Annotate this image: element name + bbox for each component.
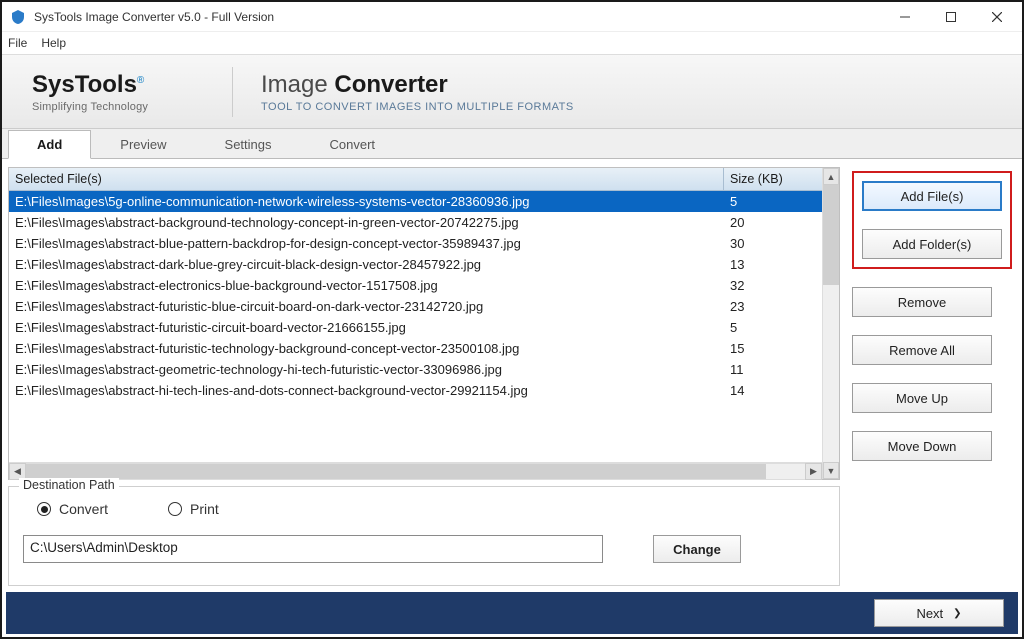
table-header: Selected File(s) Size (KB) (9, 168, 822, 191)
vertical-scrollbar[interactable]: ▲ ▼ (822, 168, 839, 479)
product-name-bold: Converter (334, 71, 447, 98)
scroll-up-icon[interactable]: ▲ (823, 168, 839, 185)
file-size-cell: 5 (724, 194, 816, 209)
table-row[interactable]: E:\Files\Images\abstract-background-tech… (9, 212, 822, 233)
file-size-cell: 15 (724, 341, 816, 356)
destination-group: Destination Path Convert Print C:\Users\… (8, 486, 840, 586)
file-size-cell: 30 (724, 236, 816, 251)
scroll-down-icon[interactable]: ▼ (823, 462, 839, 479)
table-row[interactable]: E:\Files\Images\abstract-dark-blue-grey-… (9, 254, 822, 275)
file-path-cell: E:\Files\Images\abstract-futuristic-blue… (15, 299, 724, 314)
app-icon (10, 9, 26, 25)
right-column: Add File(s) Add Folder(s) Remove Remove … (852, 167, 1012, 586)
col-header-size[interactable]: Size (KB) (724, 168, 822, 190)
table-body[interactable]: E:\Files\Images\5g-online-communication-… (9, 191, 822, 462)
file-path-cell: E:\Files\Images\abstract-background-tech… (15, 215, 724, 230)
add-files-button[interactable]: Add File(s) (862, 181, 1002, 211)
col-header-selected-files[interactable]: Selected File(s) (9, 168, 724, 190)
move-down-button[interactable]: Move Down (852, 431, 992, 461)
app-window: SysTools Image Converter v5.0 - Full Ver… (0, 0, 1024, 639)
brand-header: SysTools® Simplifying Technology Image C… (2, 54, 1022, 129)
brand-reg: ® (137, 75, 144, 86)
remove-button[interactable]: Remove (852, 287, 992, 317)
menu-file[interactable]: File (8, 36, 27, 50)
file-path-cell: E:\Files\Images\abstract-geometric-techn… (15, 362, 724, 377)
radio-convert[interactable]: Convert (37, 501, 108, 517)
table-row[interactable]: E:\Files\Images\abstract-futuristic-circ… (9, 317, 822, 338)
table-row[interactable]: E:\Files\Images\abstract-blue-pattern-ba… (9, 233, 822, 254)
table-row[interactable]: E:\Files\Images\abstract-hi-tech-lines-a… (9, 380, 822, 401)
file-size-cell: 5 (724, 320, 816, 335)
scroll-left-icon[interactable]: ◀ (9, 463, 26, 480)
file-path-cell: E:\Files\Images\abstract-hi-tech-lines-a… (15, 383, 724, 398)
table-row[interactable]: E:\Files\Images\5g-online-communication-… (9, 191, 822, 212)
menubar: File Help (2, 32, 1022, 54)
file-path-cell: E:\Files\Images\abstract-electronics-blu… (15, 278, 724, 293)
tab-bar: Add Preview Settings Convert (2, 129, 1022, 159)
brand-company: SysTools (32, 71, 137, 98)
tab-convert[interactable]: Convert (301, 130, 405, 158)
tab-preview[interactable]: Preview (91, 130, 195, 158)
brand-logo: SysTools® Simplifying Technology (14, 71, 224, 113)
window-title: SysTools Image Converter v5.0 - Full Ver… (34, 10, 274, 24)
move-up-button[interactable]: Move Up (852, 383, 992, 413)
next-button[interactable]: Next ❯ (874, 599, 1004, 627)
file-size-cell: 23 (724, 299, 816, 314)
file-size-cell: 32 (724, 278, 816, 293)
file-size-cell: 13 (724, 257, 816, 272)
file-size-cell: 11 (724, 362, 816, 377)
file-path-cell: E:\Files\Images\abstract-blue-pattern-ba… (15, 236, 724, 251)
tab-settings[interactable]: Settings (196, 130, 301, 158)
change-button[interactable]: Change (653, 535, 741, 563)
left-column: Selected File(s) Size (KB) E:\Files\Imag… (8, 167, 840, 586)
next-label: Next (916, 606, 943, 621)
product-name-thin: Image (261, 71, 328, 98)
table-row[interactable]: E:\Files\Images\abstract-futuristic-blue… (9, 296, 822, 317)
file-path-cell: E:\Files\Images\abstract-futuristic-tech… (15, 341, 724, 356)
tab-add[interactable]: Add (8, 130, 91, 159)
menu-help[interactable]: Help (41, 36, 66, 50)
table-row[interactable]: E:\Files\Images\abstract-geometric-techn… (9, 359, 822, 380)
footer-bar: Next ❯ (6, 592, 1018, 634)
destination-path-input[interactable]: C:\Users\Admin\Desktop (23, 535, 603, 563)
radio-convert-label: Convert (59, 501, 108, 517)
file-path-cell: E:\Files\Images\abstract-dark-blue-grey-… (15, 257, 724, 272)
radio-print-label: Print (190, 501, 219, 517)
table-row[interactable]: E:\Files\Images\abstract-electronics-blu… (9, 275, 822, 296)
horizontal-scrollbar[interactable]: ◀ ▶ (9, 462, 822, 479)
destination-legend: Destination Path (19, 478, 119, 492)
file-size-cell: 20 (724, 215, 816, 230)
minimize-button[interactable] (882, 3, 928, 31)
file-path-cell: E:\Files\Images\5g-online-communication-… (15, 194, 724, 209)
brand-divider (232, 67, 233, 117)
titlebar: SysTools Image Converter v5.0 - Full Ver… (2, 2, 1022, 32)
add-folders-button[interactable]: Add Folder(s) (862, 229, 1002, 259)
hscroll-thumb[interactable] (26, 464, 766, 479)
radio-print[interactable]: Print (168, 501, 219, 517)
content-area: Selected File(s) Size (KB) E:\Files\Imag… (2, 159, 1022, 590)
remove-all-button[interactable]: Remove All (852, 335, 992, 365)
product-subtitle: TOOL TO CONVERT IMAGES INTO MULTIPLE FOR… (261, 101, 574, 113)
radio-dot-icon (168, 502, 182, 516)
highlight-annotation: Add File(s) Add Folder(s) (852, 171, 1012, 269)
maximize-button[interactable] (928, 3, 974, 31)
brand-tagline: Simplifying Technology (32, 101, 148, 113)
file-size-cell: 14 (724, 383, 816, 398)
file-table: Selected File(s) Size (KB) E:\Files\Imag… (8, 167, 840, 480)
scroll-right-icon[interactable]: ▶ (805, 463, 822, 480)
vscroll-thumb[interactable] (823, 185, 839, 285)
brand-product: Image Converter TOOL TO CONVERT IMAGES I… (261, 71, 574, 113)
close-button[interactable] (974, 3, 1020, 31)
table-row[interactable]: E:\Files\Images\abstract-futuristic-tech… (9, 338, 822, 359)
radio-dot-icon (37, 502, 51, 516)
file-path-cell: E:\Files\Images\abstract-futuristic-circ… (15, 320, 724, 335)
chevron-right-icon: ❯ (953, 608, 961, 619)
